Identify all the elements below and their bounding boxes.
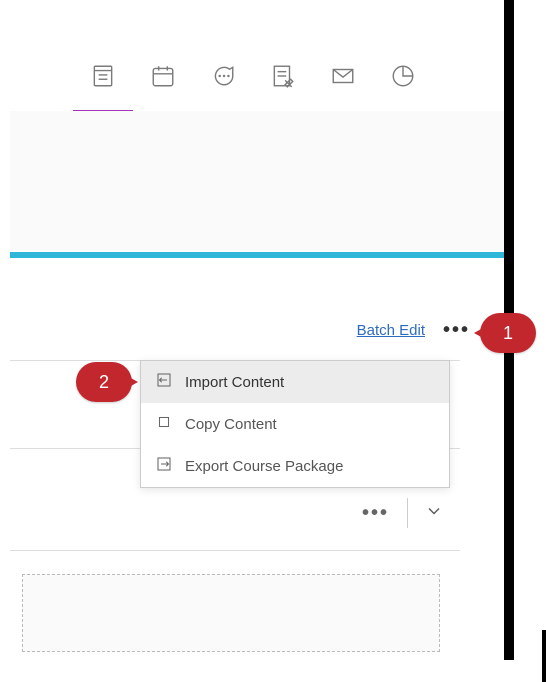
- mail-icon: [330, 63, 356, 94]
- module-more-button[interactable]: •••: [344, 502, 407, 525]
- export-icon: [155, 455, 173, 477]
- chevron-down-icon: [424, 508, 444, 525]
- drop-zone[interactable]: [22, 574, 440, 652]
- tab-calendar[interactable]: [148, 63, 178, 93]
- annotation-callout-1: 1: [480, 313, 536, 353]
- app-frame: Batch Edit ••• Import Content Copy Conte…: [0, 0, 508, 660]
- crop-edge-corner: [542, 630, 546, 682]
- copy-icon: [155, 413, 173, 435]
- menu-item-label: Export Course Package: [185, 458, 343, 475]
- content-context-menu: Import Content Copy Content Export Cours…: [140, 360, 450, 488]
- book-icon: [90, 63, 116, 94]
- menu-item-label: Import Content: [185, 374, 284, 391]
- content-actions-row: Batch Edit •••: [10, 320, 470, 340]
- menu-item-export-course-package[interactable]: Export Course Package: [141, 445, 449, 487]
- course-banner: [10, 111, 504, 251]
- tab-analytics[interactable]: [388, 63, 418, 93]
- module-expand-toggle[interactable]: [408, 501, 460, 526]
- module-row-controls: •••: [10, 498, 460, 528]
- menu-item-label: Copy Content: [185, 416, 277, 433]
- menu-item-copy-content[interactable]: Copy Content: [141, 403, 449, 445]
- callout-number: 1: [503, 323, 513, 344]
- callout-number: 2: [99, 372, 109, 393]
- annotation-callout-2: 2: [76, 362, 132, 402]
- chat-icon: [210, 63, 236, 94]
- tab-messages[interactable]: [328, 63, 358, 93]
- document-edit-icon: [270, 63, 296, 94]
- import-icon: [155, 371, 173, 393]
- pie-chart-icon: [390, 63, 416, 94]
- banner-accent-bar: [10, 252, 504, 258]
- tab-discussions[interactable]: [208, 63, 238, 93]
- tab-content[interactable]: [88, 63, 118, 93]
- menu-item-import-content[interactable]: Import Content: [141, 361, 449, 403]
- divider: [10, 550, 460, 551]
- top-nav-tabs: [0, 46, 505, 110]
- tab-gradebook[interactable]: [268, 63, 298, 93]
- batch-edit-link[interactable]: Batch Edit: [357, 322, 425, 339]
- calendar-icon: [150, 63, 176, 94]
